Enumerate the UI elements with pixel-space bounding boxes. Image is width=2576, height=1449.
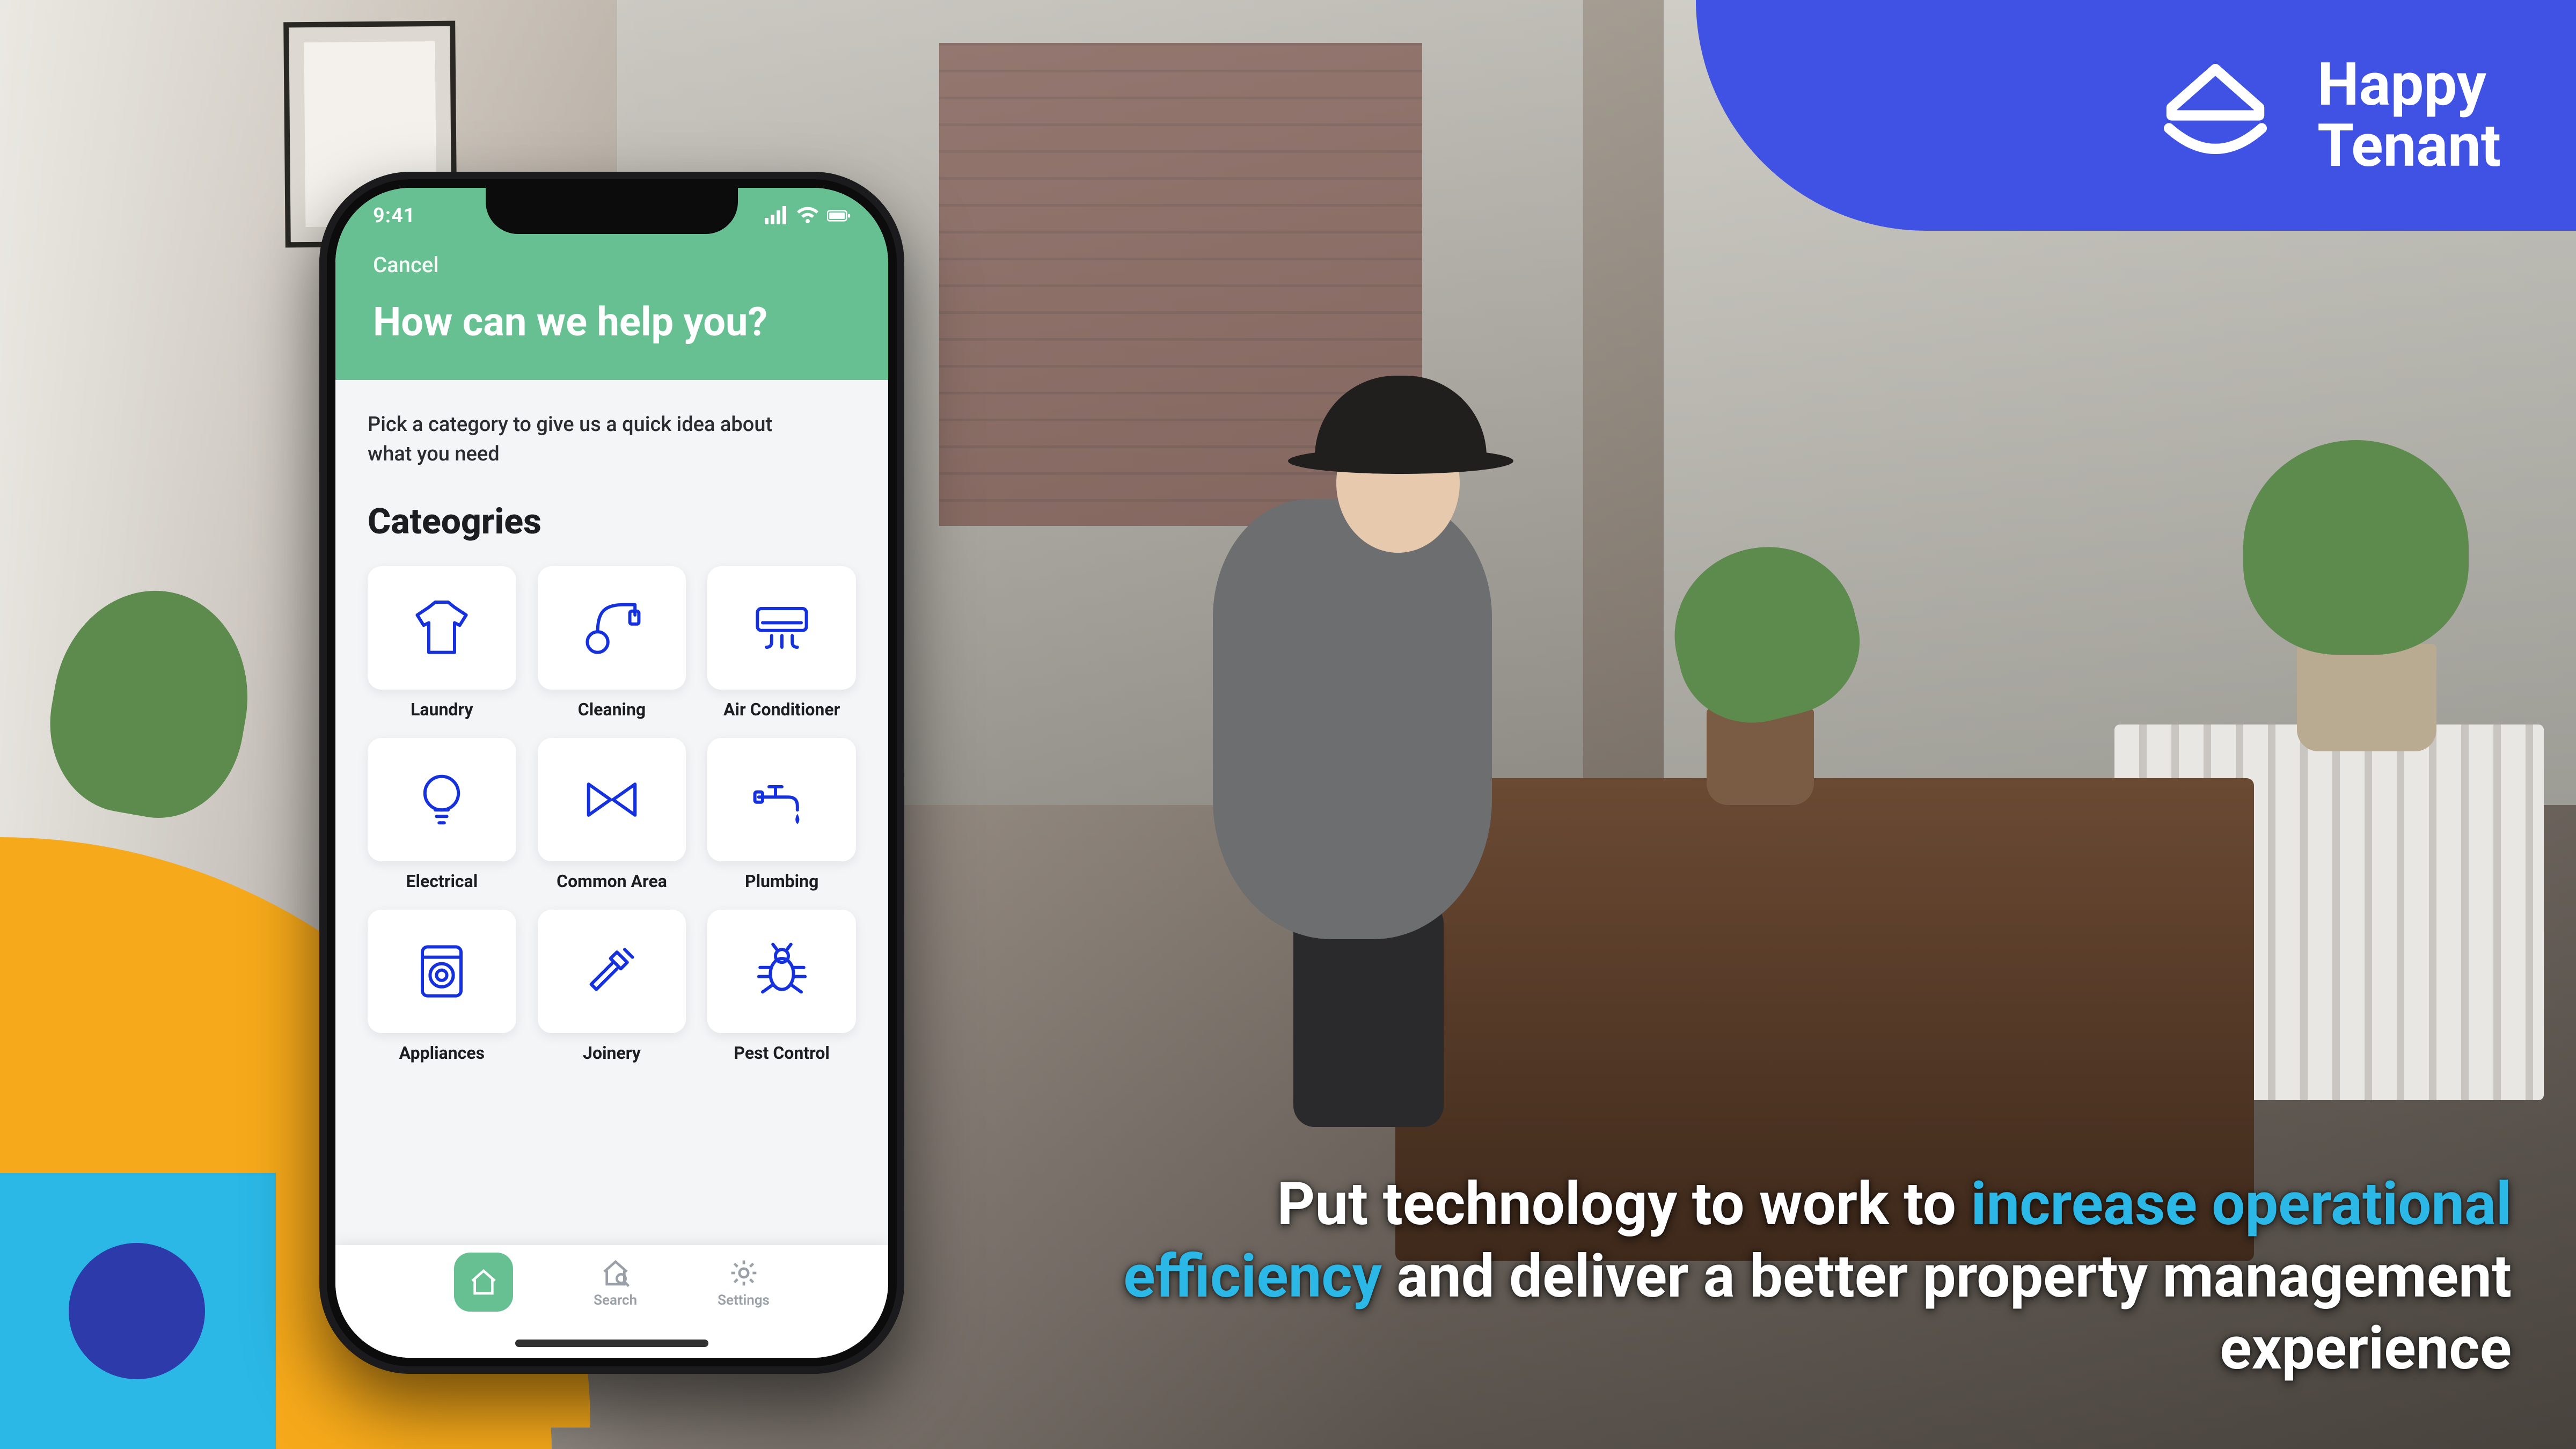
tagline-pre: Put technology to work to xyxy=(1277,1169,1971,1239)
category-item-ac[interactable]: Air Conditioner xyxy=(707,566,856,720)
bg-plant xyxy=(2243,440,2469,655)
phone-screen: 9:41 Cancel How can we help you? Pick a … xyxy=(335,188,888,1358)
home-icon xyxy=(469,1267,499,1297)
category-label: Cleaning xyxy=(538,699,686,720)
category-item-electrical[interactable]: Electrical xyxy=(368,738,516,891)
category-label: Laundry xyxy=(368,699,516,720)
tab-settings[interactable]: Settings xyxy=(718,1258,770,1308)
tab-label: Settings xyxy=(718,1292,770,1308)
bug-icon xyxy=(750,939,814,1004)
marketing-tagline: Put technology to work to increase opera… xyxy=(1063,1168,2512,1385)
category-label: Plumbing xyxy=(707,871,856,891)
category-label: Common Area xyxy=(538,871,686,891)
signal-icon xyxy=(765,205,788,226)
bulb-icon xyxy=(409,767,474,832)
marketing-slide: Happy Tenant Put technology to work to i… xyxy=(0,0,2576,1449)
category-item-joinery[interactable]: Joinery xyxy=(538,910,686,1063)
tab-search[interactable]: Search xyxy=(594,1258,637,1308)
bowtie-icon xyxy=(580,767,644,832)
status-time: 9:41 xyxy=(373,204,415,228)
brand-line2: Tenant xyxy=(2317,115,2501,177)
bg-person xyxy=(1181,311,1556,1143)
faucet-icon xyxy=(750,767,814,832)
category-item-pest[interactable]: Pest Control xyxy=(707,910,856,1063)
category-label: Appliances xyxy=(368,1043,516,1063)
battery-icon xyxy=(827,205,851,226)
category-item-laundry[interactable]: Laundry xyxy=(368,566,516,720)
brand-name: Happy Tenant xyxy=(2317,54,2501,177)
search-house-icon xyxy=(601,1258,631,1288)
brand-line1: Happy xyxy=(2317,54,2501,115)
category-label: Pest Control xyxy=(707,1043,856,1063)
category-item-plumbing[interactable]: Plumbing xyxy=(707,738,856,891)
hammer-icon xyxy=(580,939,644,1004)
tab-home[interactable] xyxy=(454,1258,513,1316)
phone-notch xyxy=(486,188,738,234)
wifi-icon xyxy=(796,205,819,226)
helper-text: Pick a category to give us a quick idea … xyxy=(368,410,775,469)
status-icons xyxy=(765,204,851,228)
app-title: How can we help you? xyxy=(373,299,851,346)
section-heading-categories: Cateogries xyxy=(368,501,856,543)
category-label: Air Conditioner xyxy=(707,699,856,720)
ac-icon xyxy=(750,596,814,660)
category-label: Electrical xyxy=(368,871,516,891)
decor-navy-dot xyxy=(69,1243,205,1379)
bg-pot xyxy=(1707,708,1814,805)
house-icon xyxy=(2151,51,2280,180)
category-label: Joinery xyxy=(538,1043,686,1063)
category-item-appliances[interactable]: Appliances xyxy=(368,910,516,1063)
washer-icon xyxy=(409,939,474,1004)
category-item-cleaning[interactable]: Cleaning xyxy=(538,566,686,720)
phone-mockup: 9:41 Cancel How can we help you? Pick a … xyxy=(319,172,904,1374)
tagline-post: and deliver a better property management… xyxy=(1382,1242,2512,1383)
category-item-common-area[interactable]: Common Area xyxy=(538,738,686,891)
vacuum-icon xyxy=(580,596,644,660)
cancel-button[interactable]: Cancel xyxy=(373,252,438,277)
home-indicator xyxy=(515,1340,708,1347)
tab-label: Search xyxy=(594,1292,637,1308)
gear-icon xyxy=(729,1258,759,1288)
bg-pot xyxy=(2297,644,2436,751)
app-body: Pick a category to give us a quick idea … xyxy=(335,380,888,1203)
brand-badge: Happy Tenant xyxy=(1696,0,2576,231)
category-grid: Laundry Cleaning Air Conditioner xyxy=(368,566,856,1063)
tshirt-icon xyxy=(409,596,474,660)
